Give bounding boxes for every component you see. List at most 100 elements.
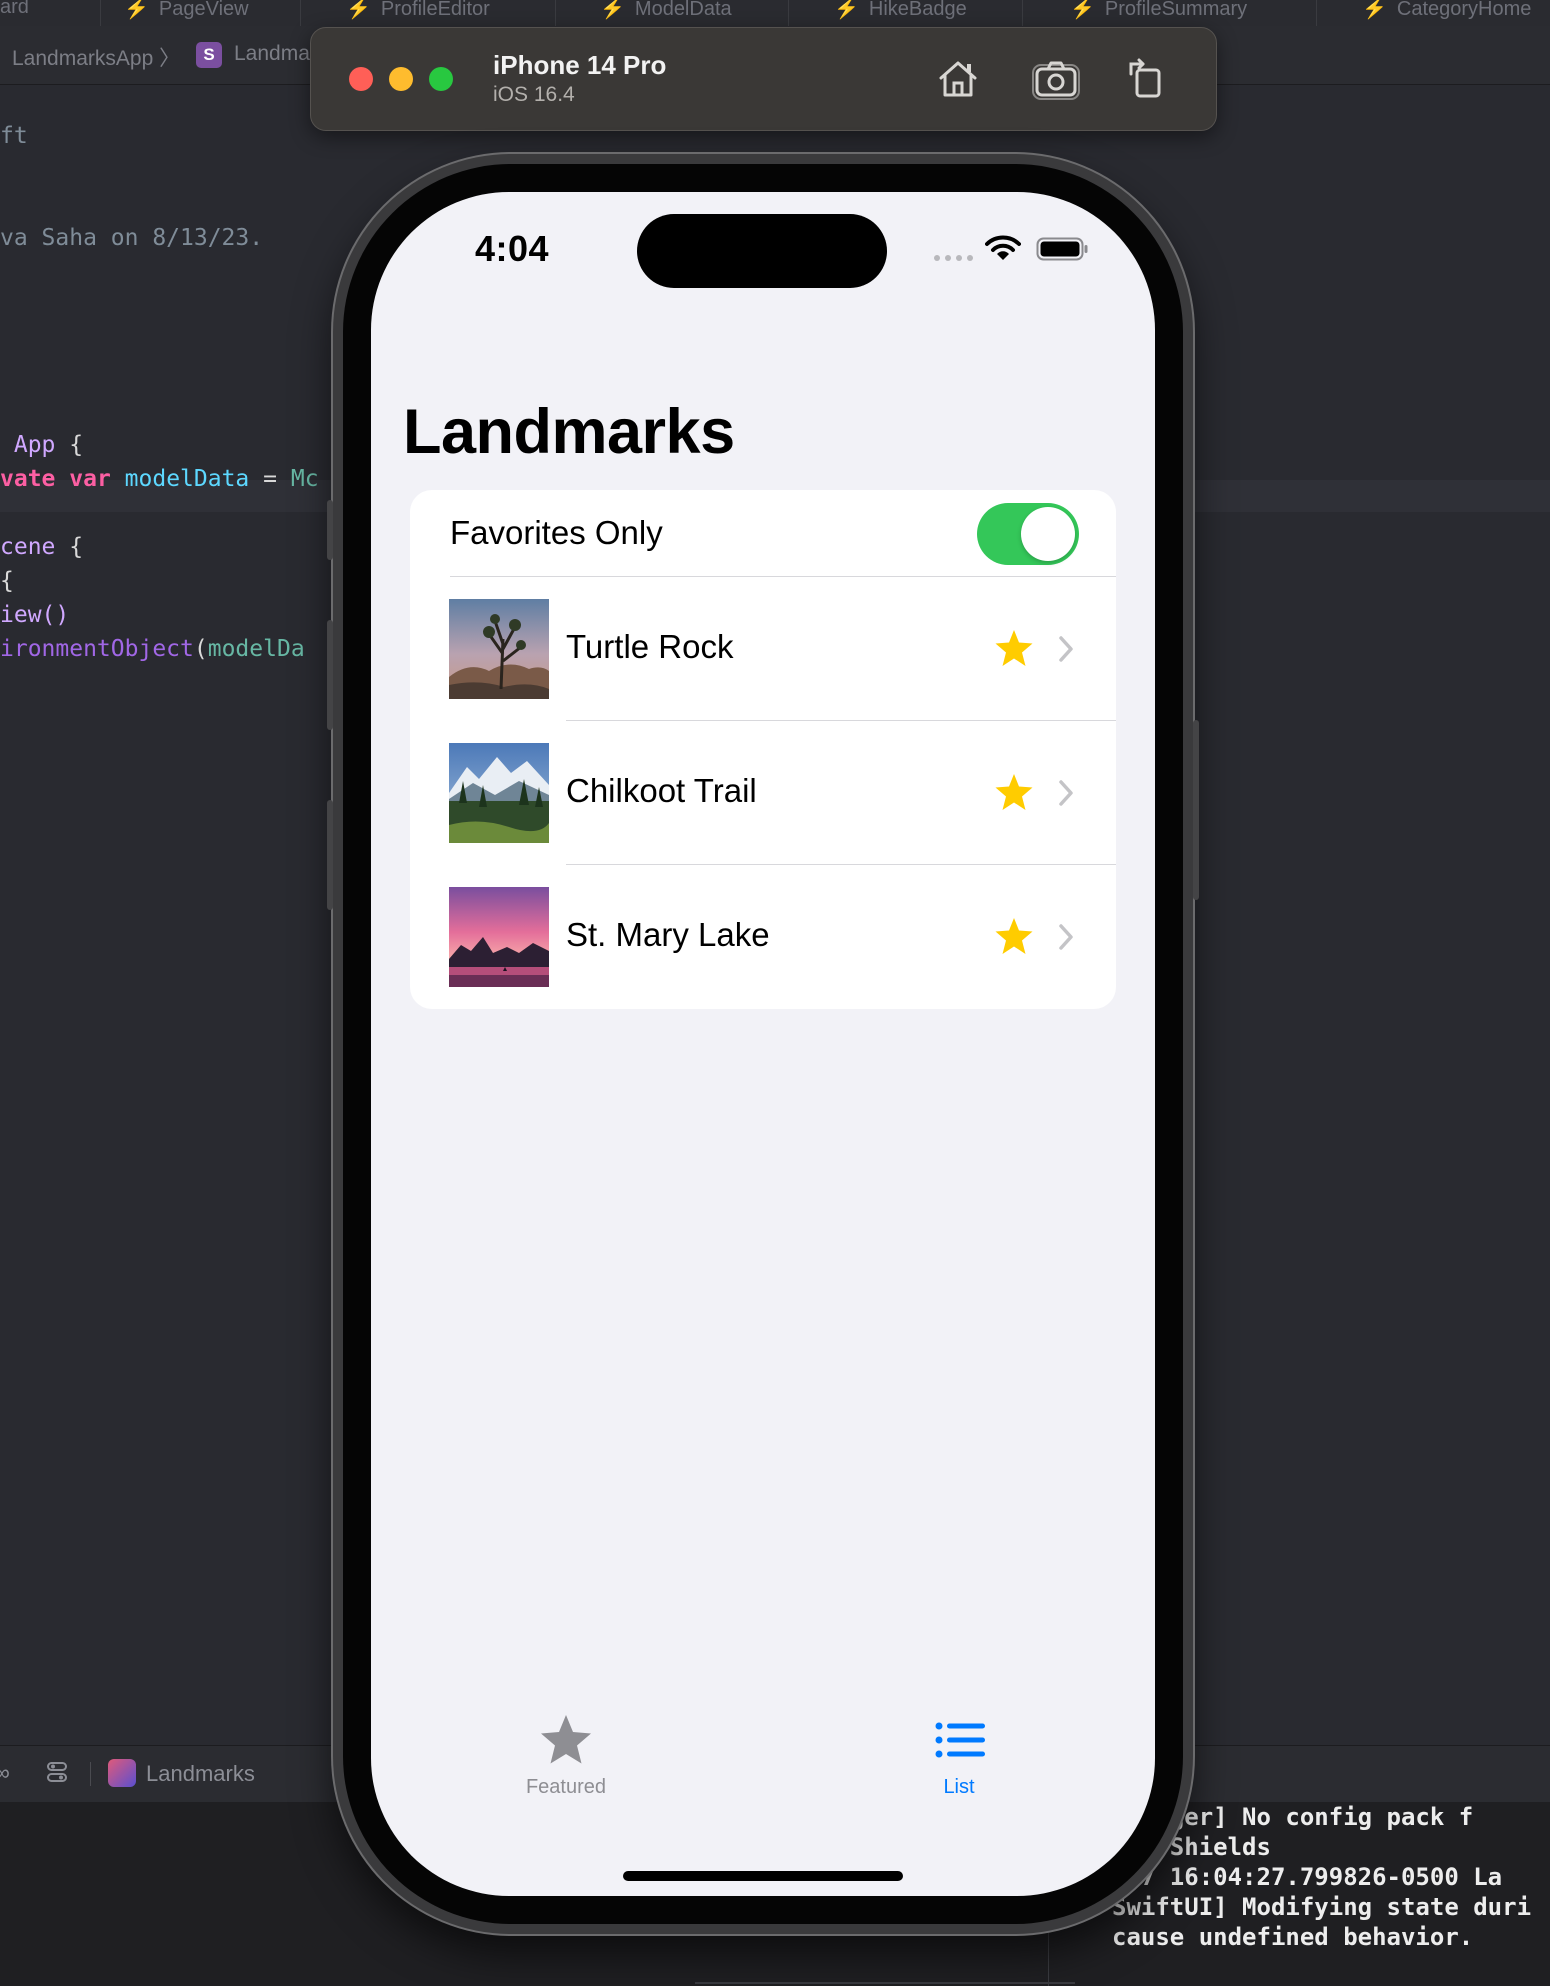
code-line: App { xyxy=(0,432,83,458)
file-tab-label: ard xyxy=(0,0,29,18)
code-paren: ( xyxy=(193,636,208,662)
tab-divider xyxy=(555,0,556,26)
home-icon[interactable] xyxy=(931,52,985,106)
tab-divider xyxy=(300,0,301,26)
code-operator: = xyxy=(263,466,277,492)
list-item-chilkoot-trail[interactable]: Chilkoot Trail xyxy=(410,720,1116,864)
chevron-right-icon xyxy=(1059,636,1073,662)
wifi-icon xyxy=(985,235,1021,260)
file-tab[interactable]: ard xyxy=(0,0,29,22)
landmark-list: Favorites Only Turtle Rock Chilkoot Trai… xyxy=(410,490,1116,1009)
code-identifier: modelDa xyxy=(207,636,305,662)
star-fill-icon xyxy=(995,774,1033,810)
code-type: cene xyxy=(0,534,56,560)
code-comment: ft xyxy=(0,123,28,149)
dynamic-island xyxy=(637,214,887,288)
console-line: SwiftUI] Modifying state duri xyxy=(1112,1893,1532,1921)
volume-up-button xyxy=(327,620,333,730)
favorites-toggle-label: Favorites Only xyxy=(450,514,663,551)
code-keyword: vate xyxy=(0,466,56,492)
code-line: ft xyxy=(0,123,28,149)
file-tab-label: ModelData xyxy=(634,0,732,20)
screenshot-icon[interactable] xyxy=(1029,52,1083,106)
swift-file-icon: ⚡ xyxy=(124,0,149,20)
code-call: iew() xyxy=(0,602,70,628)
infinity-icon[interactable]: ∞ xyxy=(0,1760,10,1786)
code-brace: { xyxy=(69,534,84,560)
file-tab[interactable]: ⚡ ProfileSummary xyxy=(1070,0,1247,22)
tab-label: List xyxy=(943,1776,975,1798)
console-footer-line xyxy=(695,1982,1075,1984)
os-version: iOS 16.4 xyxy=(493,83,575,106)
file-tab[interactable]: ⚡ ProfileEditor xyxy=(346,0,490,22)
file-tab[interactable]: ⚡ PageView xyxy=(124,0,249,22)
simulator-toolbar: iPhone 14 Pro iOS 16.4 xyxy=(310,27,1217,131)
tab-divider xyxy=(1316,0,1317,26)
close-window-button[interactable] xyxy=(349,67,373,91)
tab-list[interactable]: List xyxy=(859,1712,1059,1812)
toggles-icon[interactable] xyxy=(46,1760,68,1784)
landmark-thumbnail xyxy=(449,887,549,987)
tab-divider xyxy=(1022,0,1023,26)
file-tab-label: HikeBadge xyxy=(868,0,967,20)
code-line: va Saha on 8/13/23. xyxy=(0,225,263,251)
file-tab-label: ProfileEditor xyxy=(380,0,490,20)
zoom-window-button[interactable] xyxy=(429,67,453,91)
status-time: 4:04 xyxy=(475,228,550,269)
chevron-right-icon xyxy=(1059,924,1073,950)
breadcrumb-project[interactable]: LandmarksApp 〉 xyxy=(12,42,180,72)
favorites-toggle[interactable] xyxy=(977,503,1079,565)
tab-featured[interactable]: Featured xyxy=(466,1712,666,1812)
code-type: Mc xyxy=(290,466,319,492)
navigation-title: Landmarks xyxy=(403,397,735,467)
list-bullet-icon xyxy=(935,1722,985,1758)
list-item-st-mary-lake[interactable]: St. Mary Lake xyxy=(410,864,1116,1008)
code-type: App xyxy=(13,432,56,458)
breadcrumb-file[interactable]: Landma xyxy=(196,42,310,66)
list-item-turtle-rock[interactable]: Turtle Rock xyxy=(410,576,1116,720)
breadcrumb-project-label: LandmarksApp xyxy=(12,47,154,70)
battery-icon xyxy=(1036,237,1088,261)
swift-file-icon: ⚡ xyxy=(834,0,859,20)
landmark-name: Turtle Rock xyxy=(566,628,734,665)
code-comment: va Saha on 8/13/23. xyxy=(0,225,264,251)
star-fill-icon xyxy=(995,630,1033,666)
breadcrumb-file-label: Landma xyxy=(234,42,310,65)
device-name: iPhone 14 Pro xyxy=(493,50,667,80)
power-button xyxy=(1193,720,1199,900)
landmark-name: St. Mary Lake xyxy=(566,916,770,953)
home-indicator[interactable] xyxy=(623,1871,903,1881)
landmark-name: Chilkoot Trail xyxy=(566,772,757,809)
phone-screen: 4:04 Landmarks Favorites Only Turtle Roc… xyxy=(371,192,1155,1896)
star-fill-icon xyxy=(541,1715,591,1764)
swift-file-icon: ⚡ xyxy=(600,0,625,20)
volume-down-button xyxy=(327,800,333,910)
code-brace: { xyxy=(69,432,84,458)
minimize-window-button[interactable] xyxy=(389,67,413,91)
scheme-label[interactable]: Landmarks xyxy=(146,1761,255,1787)
landmark-thumbnail xyxy=(449,743,549,843)
tab-bar: Featured List xyxy=(371,1712,1155,1896)
tab-divider xyxy=(100,0,101,26)
file-tab[interactable]: ⚡ CategoryHome xyxy=(1362,0,1531,22)
rotate-icon[interactable] xyxy=(1121,52,1175,106)
star-fill-icon xyxy=(995,918,1033,954)
landmark-thumbnail xyxy=(449,599,549,699)
code-keyword: var xyxy=(69,466,111,492)
tab-divider xyxy=(788,0,789,26)
file-tab[interactable]: ⚡ ModelData xyxy=(600,0,732,22)
chevron-right-icon: 〉 xyxy=(159,47,181,70)
file-tab-label: CategoryHome xyxy=(1396,0,1532,20)
code-identifier: modelData xyxy=(124,466,250,492)
file-tab-label: PageView xyxy=(158,0,249,20)
file-tab[interactable]: ⚡ HikeBadge xyxy=(834,0,967,22)
console-line: cause undefined behavior. xyxy=(1112,1923,1474,1951)
swift-file-icon: ⚡ xyxy=(346,0,371,20)
swift-file-icon: ⚡ xyxy=(1070,0,1095,20)
chevron-right-icon xyxy=(1059,780,1073,806)
tab-label: Featured xyxy=(525,1776,607,1798)
code-brace: { xyxy=(0,568,14,594)
code-function: ironmentObject xyxy=(0,636,194,662)
favorites-toggle-row: Favorites Only xyxy=(410,490,1116,576)
file-tab-label: ProfileSummary xyxy=(1104,0,1248,20)
